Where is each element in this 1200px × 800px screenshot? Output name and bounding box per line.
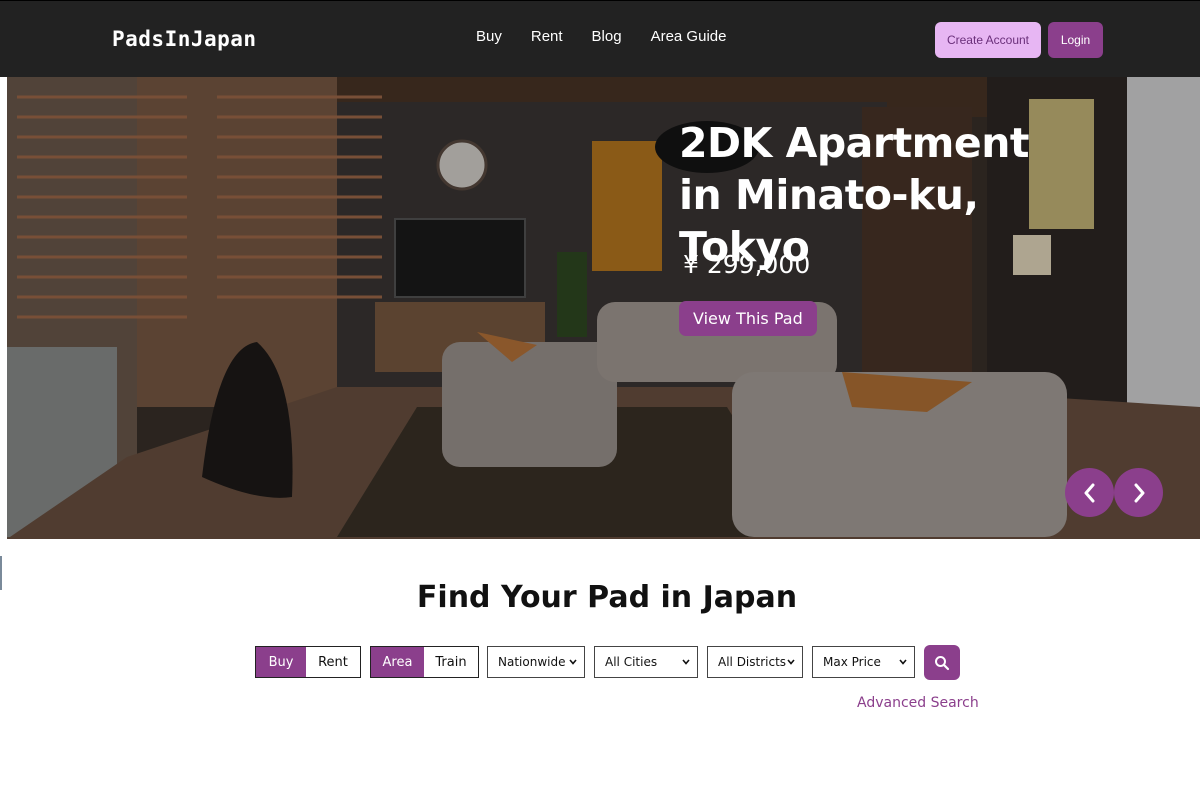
prefecture-select[interactable]: Nationwide xyxy=(487,646,585,678)
chevron-down-icon xyxy=(787,659,795,665)
chevron-down-icon xyxy=(569,659,577,665)
chevron-right-icon xyxy=(1134,483,1144,502)
chevron-down-icon xyxy=(899,659,907,665)
create-account-button[interactable]: Create Account xyxy=(935,22,1041,58)
nav-link-blog[interactable]: Blog xyxy=(592,28,622,45)
max-price-select[interactable]: Max Price xyxy=(812,646,915,678)
navbar: PadsInJapan Buy Rent Blog Area Guide Cre… xyxy=(0,0,1200,77)
district-select-value: All Districts xyxy=(718,655,787,669)
search-icon xyxy=(935,655,950,670)
toggle-area[interactable]: Area xyxy=(371,647,424,677)
view-this-pad-button[interactable]: View This Pad xyxy=(679,301,817,336)
nav-link-area-guide[interactable]: Area Guide xyxy=(651,28,727,45)
login-button[interactable]: Login xyxy=(1048,22,1103,58)
carousel-prev-button[interactable] xyxy=(1065,468,1114,517)
district-select[interactable]: All Districts xyxy=(707,646,803,678)
search-button[interactable] xyxy=(924,645,960,680)
max-price-select-value: Max Price xyxy=(823,655,881,669)
city-select[interactable]: All Cities xyxy=(594,646,698,678)
chevron-left-icon xyxy=(1084,483,1094,502)
nav-link-buy[interactable]: Buy xyxy=(476,28,502,45)
site-logo[interactable]: PadsInJapan xyxy=(112,27,257,51)
advanced-search-link[interactable]: Advanced Search xyxy=(857,695,979,711)
chevron-down-icon xyxy=(682,659,690,665)
city-select-value: All Cities xyxy=(605,655,658,669)
hero-carousel: 2DK Apartment in Minato-ku, Tokyo ¥ 299,… xyxy=(7,77,1200,539)
toggle-train[interactable]: Train xyxy=(424,647,478,677)
toggle-rent[interactable]: Rent xyxy=(306,647,360,677)
prefecture-select-value: Nationwide xyxy=(498,655,566,669)
search-mode-toggle: Area Train xyxy=(370,646,479,678)
nav-link-rent[interactable]: Rent xyxy=(531,28,563,45)
toggle-buy[interactable]: Buy xyxy=(256,647,306,677)
listing-type-toggle: Buy Rent xyxy=(255,646,361,678)
main-nav: Buy Rent Blog Area Guide xyxy=(476,28,755,45)
hero-listing-price: ¥ 299,000 xyxy=(683,250,811,279)
search-section-title: Find Your Pad in Japan xyxy=(416,580,798,615)
carousel-next-button[interactable] xyxy=(1114,468,1163,517)
